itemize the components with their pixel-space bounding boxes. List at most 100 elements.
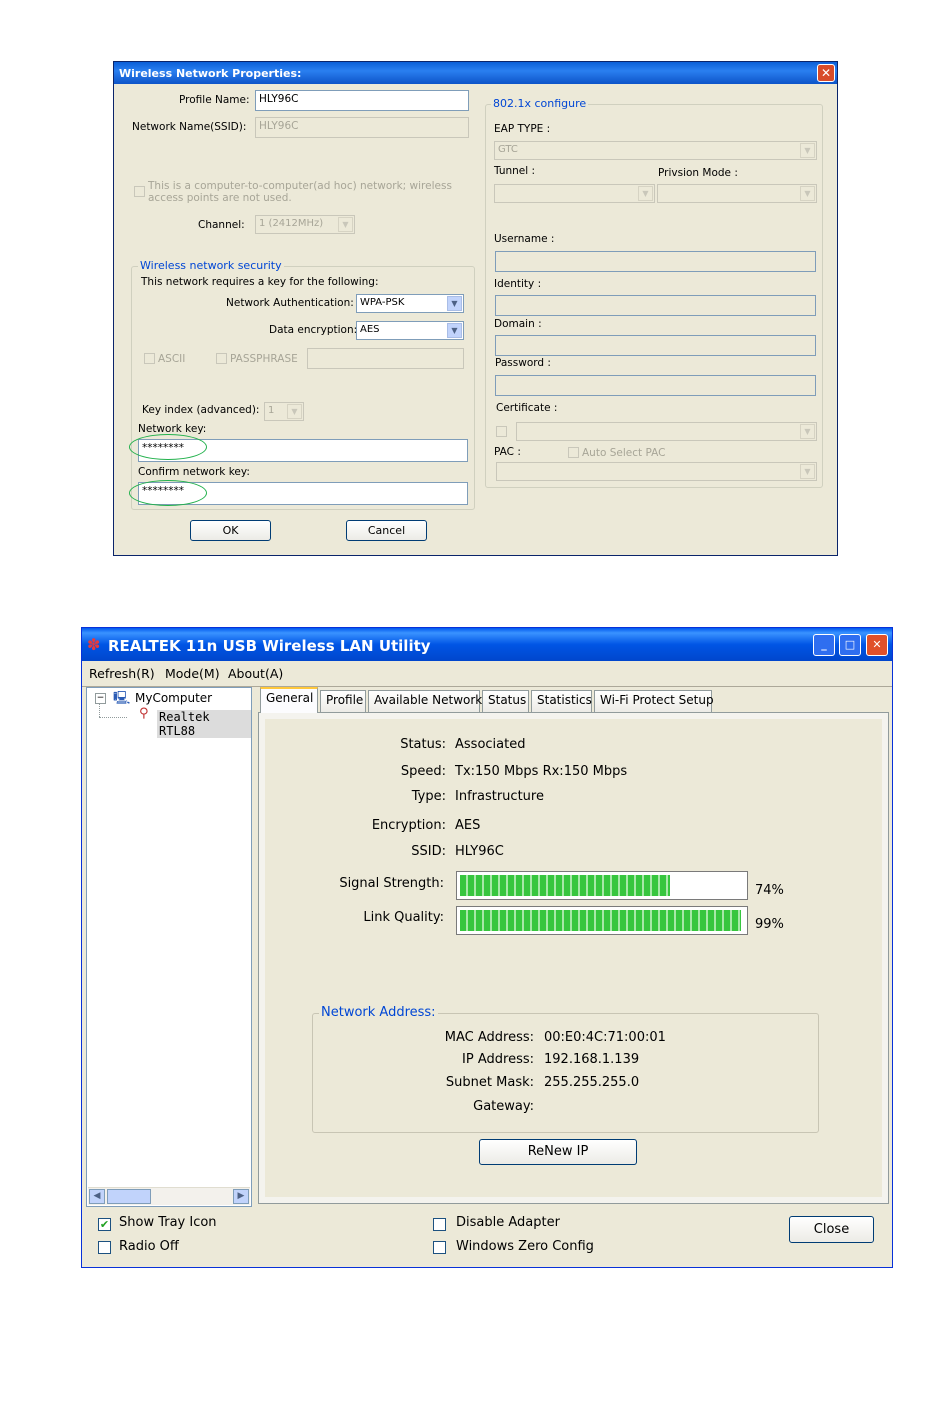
close-icon[interactable]: ✕ <box>817 64 835 82</box>
signal-strength-label: Signal Strength: <box>339 876 444 891</box>
encryption-label: Encryption: <box>371 818 446 833</box>
certificate-select: ▼ <box>516 422 817 441</box>
device-tree: − 🖳 MyComputer ⚲ Realtek RTL88 ◀ ▶ <box>86 687 252 1207</box>
link-quality-label: Link Quality: <box>363 910 444 925</box>
eap-type-label: EAP TYPE : <box>494 123 551 135</box>
chevron-down-icon: ▼ <box>800 424 815 439</box>
chevron-down-icon[interactable]: ▼ <box>447 296 462 311</box>
key-index-select: 1 ▼ <box>264 402 304 421</box>
pac-select: ▼ <box>496 462 817 481</box>
renew-ip-button[interactable]: ReNew IP <box>479 1139 637 1165</box>
certificate-checkbox <box>496 426 507 437</box>
scroll-left-icon[interactable]: ◀ <box>89 1189 105 1204</box>
radio-off-checkbox[interactable] <box>98 1241 111 1254</box>
menu-about[interactable]: About(A) <box>228 666 283 681</box>
data-encryption-value: AES <box>360 324 380 335</box>
identity-label: Identity : <box>494 278 542 290</box>
scroll-thumb[interactable] <box>107 1189 151 1204</box>
identity-input <box>495 295 816 316</box>
cancel-button[interactable]: Cancel <box>346 520 427 541</box>
tab-statistics[interactable]: Statistics <box>531 690 592 712</box>
ssid-label: SSID: <box>411 844 446 859</box>
close-button[interactable]: Close <box>789 1216 874 1243</box>
confirm-key-label: Confirm network key: <box>138 466 250 478</box>
menu-refresh[interactable]: Refresh(R) <box>89 666 155 681</box>
menu-mode[interactable]: Mode(M) <box>165 666 220 681</box>
show-tray-label: Show Tray Icon <box>119 1215 217 1230</box>
username-input <box>495 251 816 272</box>
status-label: Status: <box>400 737 446 752</box>
auto-pac-label: Auto Select PAC <box>582 447 666 459</box>
utility-title-bar: ✽ REALTEK 11n USB Wireless LAN Utility _… <box>82 628 892 661</box>
computer-icon: 🖳 <box>113 691 131 706</box>
tree-root-label[interactable]: MyComputer <box>135 691 212 705</box>
show-tray-checkbox[interactable]: ✔ <box>98 1218 111 1231</box>
subnet-mask-value: 255.255.255.0 <box>544 1075 640 1090</box>
network-auth-label: Network Authentication: <box>226 297 354 309</box>
gateway-label: Gateway: <box>473 1099 534 1114</box>
chevron-down-icon: ▼ <box>287 404 302 419</box>
scroll-right-icon[interactable]: ▶ <box>233 1189 249 1204</box>
signal-strength-fill <box>460 875 670 896</box>
adhoc-label: This is a computer-to-computer(ad hoc) n… <box>148 180 452 204</box>
encryption-value: AES <box>455 818 481 833</box>
chevron-down-icon: ▼ <box>638 186 653 201</box>
tunnel-label: Tunnel : <box>494 165 536 177</box>
data-encryption-label: Data encryption: <box>269 324 358 336</box>
tab-general[interactable]: General <box>260 687 318 713</box>
ssid-input: HLY96C <box>255 117 469 138</box>
mac-address-label: MAC Address: <box>444 1030 534 1045</box>
certificate-label: Certificate : <box>496 402 558 414</box>
security-intro: This network requires a key for the foll… <box>141 276 379 288</box>
realtek-utility-window: ✽ REALTEK 11n USB Wireless LAN Utility _… <box>81 627 893 1268</box>
network-auth-value: WPA-PSK <box>360 297 405 308</box>
channel-value: 1 (2412MHz) <box>259 218 324 229</box>
adhoc-label-line2: access points are not used. <box>148 192 292 204</box>
pac-label: PAC : <box>494 446 521 458</box>
key-index-label: Key index (advanced): <box>142 404 260 416</box>
speed-value: Tx:150 Mbps Rx:150 Mbps <box>455 764 628 779</box>
tree-scrollbar[interactable]: ◀ ▶ <box>88 1187 250 1205</box>
utility-title: REALTEK 11n USB Wireless LAN Utility <box>108 637 431 655</box>
tab-profile[interactable]: Profile <box>320 690 366 712</box>
network-auth-select[interactable]: WPA-PSK ▼ <box>356 294 464 313</box>
auto-pac-checkbox <box>568 447 579 458</box>
password-input <box>495 375 816 396</box>
close-icon[interactable]: ✕ <box>866 634 888 656</box>
tree-line <box>99 703 101 717</box>
adhoc-checkbox <box>134 186 145 197</box>
wzc-label: Windows Zero Config <box>456 1239 594 1254</box>
realtek-logo-icon: ✽ <box>87 635 101 654</box>
highlight-ellipse <box>129 480 207 506</box>
data-encryption-select[interactable]: AES ▼ <box>356 321 464 340</box>
signal-strength-text: 74% <box>755 883 784 898</box>
disable-adapter-label: Disable Adapter <box>456 1215 560 1230</box>
disable-adapter-checkbox[interactable] <box>433 1218 446 1231</box>
radio-off-label: Radio Off <box>119 1239 179 1254</box>
tree-adapter-label[interactable]: Realtek RTL88 <box>157 710 251 738</box>
tab-status[interactable]: Status <box>482 690 529 712</box>
provision-mode-label: Privsion Mode : <box>658 167 738 179</box>
eap-config-legend: 802.1x configure <box>491 97 589 110</box>
domain-input <box>495 335 816 356</box>
dialog-title: Wireless Network Properties: <box>119 67 302 80</box>
profile-name-input[interactable]: HLY96C <box>255 90 469 111</box>
profile-name-label: Profile Name: <box>179 94 250 106</box>
chevron-down-icon: ▼ <box>800 143 815 158</box>
ssid-label: Network Name(SSID): <box>132 121 247 133</box>
wzc-checkbox[interactable] <box>433 1241 446 1254</box>
minimize-icon[interactable]: _ <box>813 634 835 656</box>
network-address-legend: Network Address: <box>319 1005 438 1020</box>
tunnel-select: ▼ <box>494 184 655 203</box>
subnet-mask-label: Subnet Mask: <box>445 1075 534 1090</box>
tab-available-network[interactable]: Available Network <box>368 690 482 712</box>
type-value: Infrastructure <box>455 789 544 804</box>
chevron-down-icon[interactable]: ▼ <box>447 323 462 338</box>
ok-button[interactable]: OK <box>190 520 271 541</box>
ip-address-value: 192.168.1.139 <box>544 1052 640 1067</box>
tab-wifi-protect-setup[interactable]: Wi-Fi Protect Setup <box>594 690 714 712</box>
provision-mode-select: ▼ <box>657 184 817 203</box>
maximize-icon[interactable]: □ <box>839 634 861 656</box>
eap-type-value: GTC <box>498 144 518 155</box>
password-label: Password : <box>495 357 551 369</box>
